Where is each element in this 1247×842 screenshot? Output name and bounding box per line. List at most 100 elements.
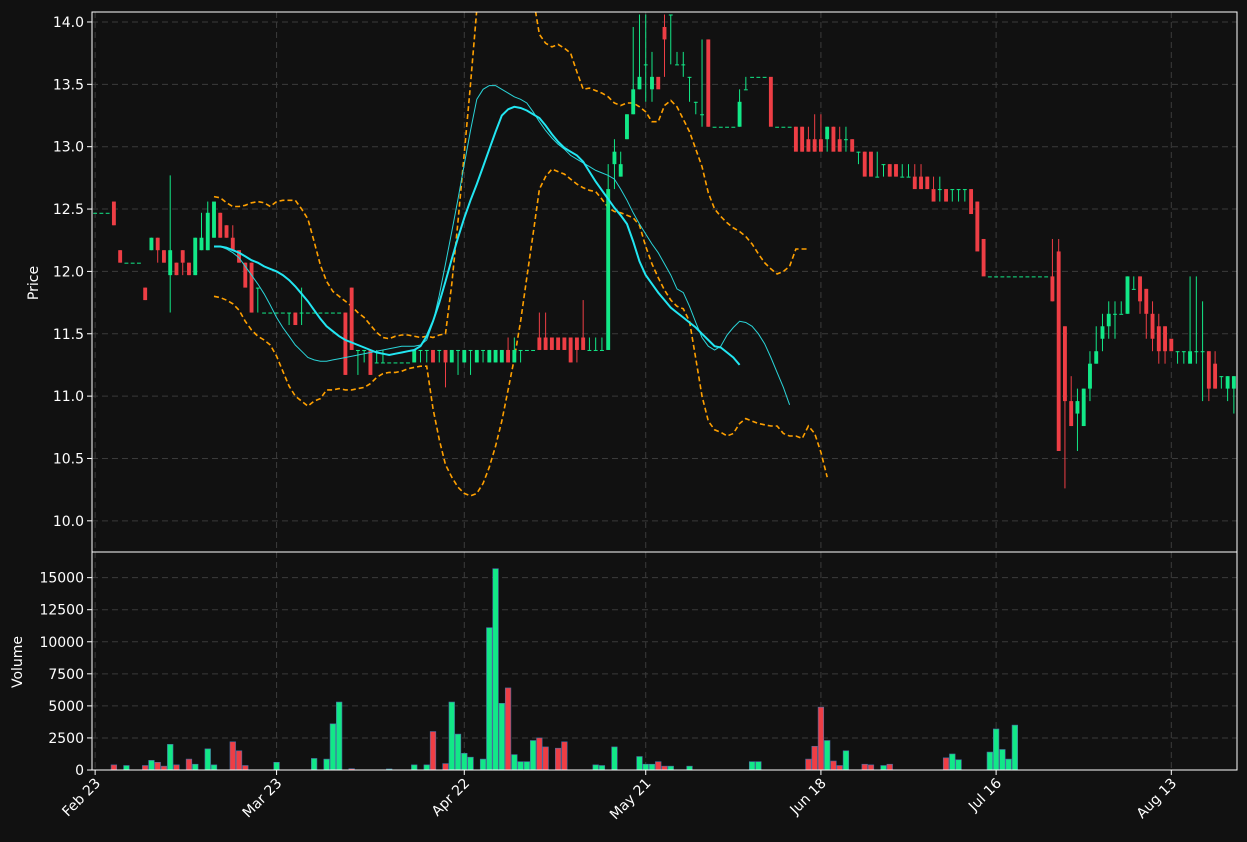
candle-body [349,287,354,350]
candle-body [950,189,955,191]
candle-body [1062,326,1067,402]
candle-body [1031,276,1036,278]
candle-body [1056,251,1061,451]
candle-body [468,349,473,351]
candle-body [537,337,542,350]
candle-body [599,349,604,351]
candle-body [1044,276,1049,278]
candle-body [1081,388,1086,427]
volume-tick-label: 2500 [48,731,84,747]
candle-body [656,76,661,90]
volume-tick-label: 15000 [39,571,84,587]
candle-body [856,151,861,153]
candle-body [299,312,304,314]
volume-bar [836,765,843,771]
candle-body [387,362,392,364]
candle-body [637,76,642,90]
volume-bar [273,762,280,771]
volume-bar [598,765,606,771]
candle-body [944,189,948,202]
candle-body [262,312,267,314]
candle-body [681,64,686,66]
volume-bar [824,740,831,771]
candle-body [1213,363,1218,389]
candle-body [1194,351,1199,353]
volume-bar [311,758,318,771]
price-tick-label: 10.5 [53,451,84,467]
candle-body [556,337,561,350]
price-tick-label: 12.0 [53,264,84,280]
candle-body [1113,313,1117,315]
candle-body [787,126,792,128]
candle-body [1231,376,1236,389]
candle-body [130,262,135,264]
volume-bar [811,745,818,771]
candle-body [631,89,636,115]
candle-body [118,250,123,263]
candle-body [93,212,98,214]
volume-bar [442,763,449,771]
candle-body [875,176,880,178]
candle-body [324,312,329,314]
candle-body [218,212,223,238]
volume-bar [498,703,505,771]
candle-body [412,349,417,363]
candle-body [549,337,554,350]
candle-body [1000,276,1005,278]
candle-body [187,262,191,276]
candle-body [975,201,980,252]
candle-body [1088,363,1092,389]
candle-body [274,312,279,314]
candle-body [268,312,273,314]
candle-body [712,126,717,128]
price-tick-label: 10.0 [53,514,84,530]
volume-bar [636,756,643,771]
volume-bar [880,765,887,771]
candle-body [869,151,873,177]
candle-body [180,250,185,263]
volume-bar [336,701,343,771]
candle-body [249,262,254,313]
volume-bar [467,756,474,771]
price-tick-label: 11.0 [53,389,84,405]
candle-body [343,312,348,375]
candle-body [894,164,898,177]
candle-body [524,349,529,351]
candle-body [462,349,467,363]
candle-body [162,250,166,263]
volume-bar [423,764,430,771]
candle-body [1163,326,1167,352]
candle-body [136,262,141,264]
volume-bar [542,746,549,771]
candle-body [305,312,310,314]
candle-body [812,139,817,152]
candle-body [1188,351,1193,364]
price-tick-label: 11.5 [53,327,84,343]
volume-bar [861,763,868,771]
candle-body [650,76,654,90]
candle-body [230,237,235,251]
candle-body [706,39,711,127]
volume-bar [842,750,850,771]
candle-body [212,201,216,238]
candle-body [906,176,911,178]
volume-bar [142,765,149,771]
candle-body [374,362,379,364]
candle-body [456,349,460,351]
candle-body [775,126,780,128]
volume-bar [648,763,656,771]
candle-body [224,225,229,238]
candle-body [593,349,598,351]
volume-bar [523,761,530,771]
volume-bar [160,765,168,771]
candle-body [506,349,511,363]
candle-body [418,349,423,351]
candle-body [574,337,579,350]
candle-body [431,349,435,363]
volume-bar [886,763,893,771]
candle-body [149,237,154,251]
volume-tick-label: 7500 [48,667,84,683]
candle-body [987,276,992,278]
volume-bar [992,728,1000,771]
candle-body [1037,276,1042,278]
